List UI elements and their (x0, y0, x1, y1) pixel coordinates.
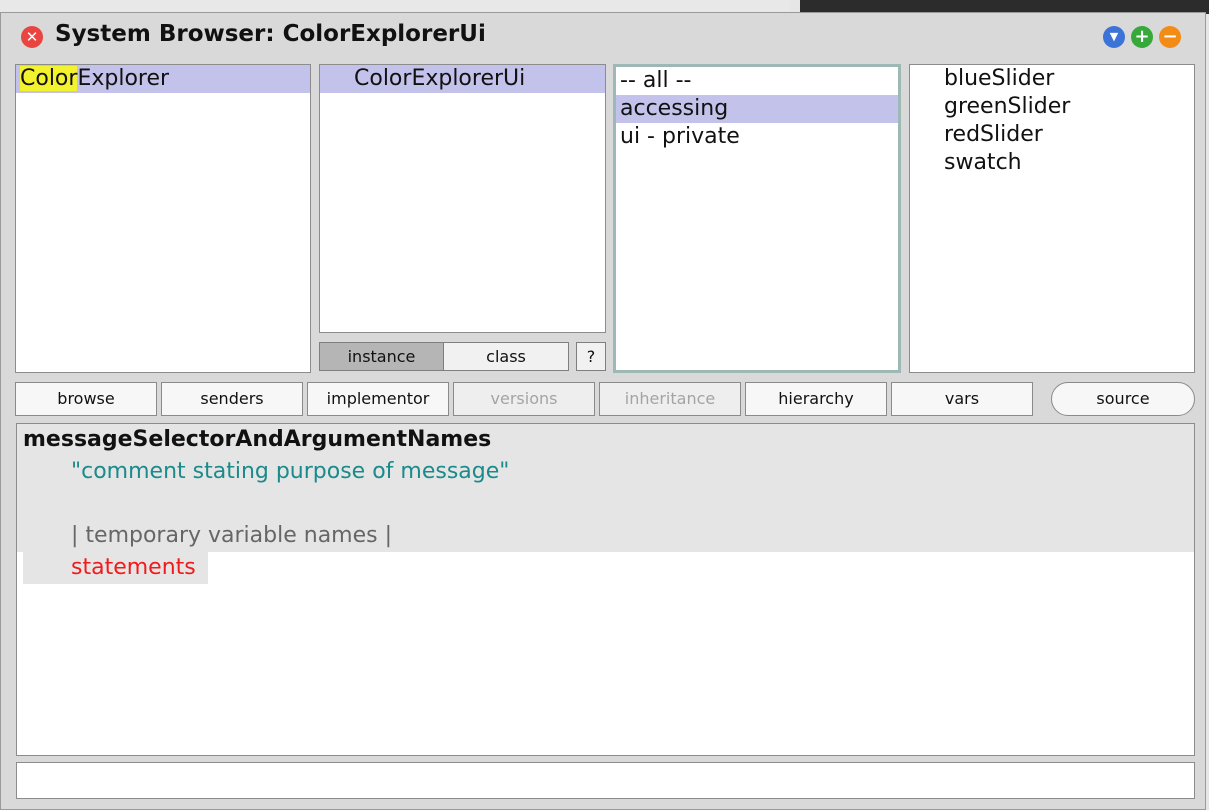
statements-line: statements (71, 555, 196, 580)
senders-button[interactable]: senders (161, 382, 303, 416)
source-button[interactable]: source (1051, 382, 1195, 416)
search-match-highlight: Color (20, 66, 78, 91)
class-item-colorexplorerui[interactable]: ColorExplorerUi (320, 65, 605, 93)
browse-button[interactable]: browse (15, 382, 157, 416)
class-side-toggle[interactable]: class (443, 342, 569, 371)
method-item-swatch[interactable]: swatch (910, 149, 1194, 177)
temporaries-line: | temporary variable names | (71, 523, 393, 548)
protocol-item-all[interactable]: -- all -- (616, 67, 898, 95)
system-browser-window: ✕ System Browser: ColorExplorerUi ▼ + − … (0, 12, 1206, 810)
protocol-item-ui-private[interactable]: ui - private (616, 123, 898, 151)
collapse-icon[interactable]: − (1159, 26, 1181, 48)
versions-button[interactable]: versions (453, 382, 595, 416)
implementor-button[interactable]: implementor (307, 382, 449, 416)
method-item-redslider[interactable]: redSlider (910, 121, 1194, 149)
close-icon[interactable]: ✕ (21, 26, 43, 48)
title-bar[interactable]: ✕ System Browser: ColorExplorerUi ▼ + − (1, 13, 1205, 61)
hierarchy-button[interactable]: hierarchy (745, 382, 887, 416)
protocol-list[interactable]: -- all -- accessing ui - private (613, 64, 901, 373)
method-item-blueslider[interactable]: blueSlider (910, 65, 1194, 93)
protocol-item-accessing[interactable]: accessing (616, 95, 898, 123)
package-item-colorexplorer[interactable]: ColorExplorer (16, 65, 310, 93)
code-editor[interactable]: messageSelectorAndArgumentNames "comment… (16, 423, 1195, 756)
window-title: System Browser: ColorExplorerUi (55, 21, 486, 47)
expand-icon[interactable]: + (1131, 26, 1153, 48)
window-menu-icon[interactable]: ▼ (1103, 26, 1125, 48)
class-list[interactable]: ColorExplorerUi (319, 64, 606, 333)
method-item-greenslider[interactable]: greenSlider (910, 93, 1194, 121)
status-field[interactable] (16, 762, 1195, 799)
method-comment-line: "comment stating purpose of message" (71, 459, 510, 484)
package-list[interactable]: ColorExplorer (15, 64, 311, 373)
method-selector-line: messageSelectorAndArgumentNames (23, 427, 492, 452)
vars-button[interactable]: vars (891, 382, 1033, 416)
help-button[interactable]: ? (576, 342, 606, 371)
package-item-label: Explorer (77, 66, 170, 91)
method-list[interactable]: blueSlider greenSlider redSlider swatch (909, 64, 1195, 373)
instance-side-toggle[interactable]: instance (319, 342, 444, 371)
inheritance-button[interactable]: inheritance (599, 382, 741, 416)
